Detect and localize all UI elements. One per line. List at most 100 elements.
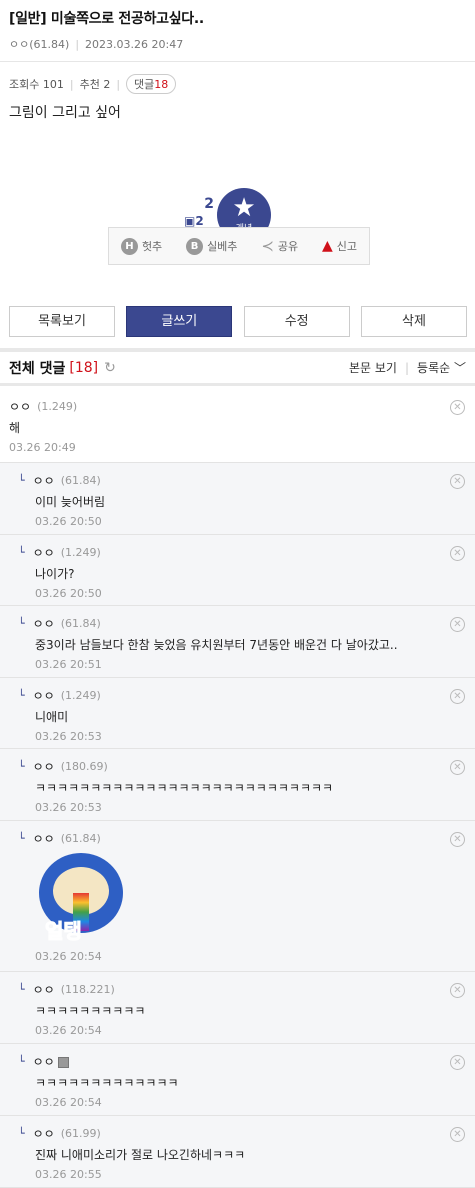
commenter-name[interactable]: ㅇㅇ — [33, 1054, 55, 1070]
comment-head: └ ㅇㅇ (118.221) — [18, 982, 466, 998]
delete-comment-icon[interactable]: ✕ — [450, 474, 465, 489]
post-date: 2023.03.26 20:47 — [85, 37, 184, 51]
delete-comment-icon[interactable]: ✕ — [450, 983, 465, 998]
comment-item: ㅇㅇ (1.249) 해 03.26 20:49 ✕ — [0, 389, 475, 463]
comment-pill-label: 댓글 — [134, 78, 155, 91]
comment-head: └ ㅇㅇ (1.249) — [18, 545, 466, 561]
edit-button[interactable]: 수정 — [243, 306, 350, 337]
delete-comment-icon[interactable]: ✕ — [450, 760, 465, 775]
views-count: 조회수 101 — [9, 78, 64, 91]
view-body-link[interactable]: 본문 보기 — [349, 359, 397, 376]
fixed-recommend-number: 2 — [195, 214, 204, 228]
comment-date: 03.26 20:50 — [35, 587, 102, 600]
write-button[interactable]: 글쓰기 — [126, 306, 233, 337]
silbechu-button[interactable]: B 실베추 — [186, 237, 238, 255]
reply-item: └ ㅇㅇ (61.84) 중3이라 남들보다 한참 늦었음 유치원부터 7년동안 배… — [0, 606, 475, 678]
delete-comment-icon[interactable]: ✕ — [450, 546, 465, 561]
reco-count: 추천 2 — [79, 78, 111, 91]
reply-item: └ ㅇㅇ (1.249) 니애미 03.26 20:53 ✕ — [0, 678, 475, 749]
meta-separator: | — [75, 37, 80, 51]
reply-marker-icon: └ — [18, 474, 25, 487]
commenter-name[interactable]: ㅇㅇ — [33, 1126, 55, 1142]
comment-text: 나이가? — [35, 567, 75, 581]
commenter-name[interactable]: ㅇㅇ — [9, 399, 31, 415]
comment-date: 03.26 20:50 — [35, 515, 102, 528]
commenter-ip: (1.249) — [60, 689, 101, 702]
reply-marker-icon: └ — [18, 1127, 25, 1140]
delete-comment-icon[interactable]: ✕ — [450, 400, 465, 415]
reply-item: └ ㅇㅇ (1.249) 나이가? 03.26 20:50 ✕ — [0, 535, 475, 606]
delete-comment-icon[interactable]: ✕ — [450, 689, 465, 704]
commenter-ip: (1.249) — [37, 400, 78, 413]
post-button-row: 목록보기 글쓰기 수정 삭제 — [9, 306, 467, 337]
reply-item: └ ㅇㅇ (118.221) ㅋㅋㅋㅋㅋㅋㅋㅋㅋㅋ 03.26 20:54 ✕ — [0, 972, 475, 1044]
reply-item: └ ㅇㅇ (61.84) 이미 늦어버림 03.26 20:50 ✕ — [0, 463, 475, 535]
reply-item: └ ㅇㅇ (180.69) ㅋㅋㅋㅋㅋㅋㅋㅋㅋㅋㅋㅋㅋㅋㅋㅋㅋㅋㅋㅋㅋㅋㅋㅋㅋㅋㅋ … — [0, 749, 475, 821]
member-icon — [57, 1056, 69, 1068]
comment-text: 이미 늦어버림 — [35, 495, 106, 509]
commenter-name[interactable]: ㅇㅇ — [33, 982, 55, 998]
refresh-icon[interactable]: ↻ — [104, 360, 116, 376]
h-icon: H — [120, 237, 138, 255]
comment-head: └ ㅇㅇ — [18, 1054, 466, 1070]
delete-comment-icon[interactable]: ✕ — [450, 1055, 465, 1070]
reply-marker-icon: └ — [18, 617, 25, 630]
delete-button[interactable]: 삭제 — [360, 306, 467, 337]
comments-options: 본문 보기 | 등록순 ﹀ — [349, 359, 466, 376]
comment-count-pill[interactable]: 댓글18 — [126, 74, 177, 94]
comment-head: └ ㅇㅇ (180.69) — [18, 759, 466, 775]
comment-date: 03.26 20:53 — [35, 730, 102, 743]
reply-item: └ ㅇㅇ (61.99) 진짜 니애미소리가 절로 나오긴하네ㅋㅋㅋ 03.26 2… — [0, 1116, 475, 1188]
comment-text: ㅋㅋㅋㅋㅋㅋㅋㅋㅋㅋ — [35, 1004, 146, 1018]
comment-pill-count: 18 — [154, 78, 169, 91]
sort-select[interactable]: 등록순 ﹀ — [417, 359, 466, 376]
report-button[interactable]: ▲ 신고 — [322, 238, 357, 254]
commenter-ip: (180.69) — [60, 760, 108, 773]
fix-icon: ▣ — [184, 214, 196, 228]
commenter-ip: (118.221) — [60, 983, 115, 996]
commenter-name[interactable]: ㅇㅇ — [33, 545, 55, 561]
commenter-name[interactable]: ㅇㅇ — [33, 616, 55, 632]
options-separator: | — [404, 360, 410, 375]
commenter-name[interactable]: ㅇㅇ — [33, 473, 55, 489]
post-author[interactable]: ㅇㅇ(61.84) — [9, 36, 69, 52]
comments-count: [18] — [69, 359, 99, 376]
reply-marker-icon: └ — [18, 760, 25, 773]
comment-date: 03.26 20:53 — [35, 801, 102, 814]
comment-text: 중3이라 남들보다 한참 늦었음 유치원부터 7년동안 배운건 다 날아갔고.. — [35, 638, 398, 652]
comment-head: └ ㅇㅇ (1.249) — [18, 688, 466, 704]
heotchu-button[interactable]: H 헛추 — [120, 237, 162, 255]
delete-comment-icon[interactable]: ✕ — [450, 1127, 465, 1142]
recommend-count: 2 — [204, 196, 214, 212]
stats-separator: | — [116, 77, 121, 91]
silbechu-label: 실베추 — [207, 240, 238, 253]
reply-marker-icon: └ — [18, 689, 25, 702]
commenter-name[interactable]: ㅇㅇ — [33, 759, 55, 775]
comment-date: 03.26 20:49 — [9, 441, 76, 454]
dccon-sticker: 얼탱 — [35, 853, 127, 945]
commenter-ip: (61.99) — [60, 1127, 101, 1140]
b-icon: B — [186, 237, 204, 255]
comment-text: 진짜 니애미소리가 절로 나오긴하네ㅋㅋㅋ — [35, 1148, 246, 1162]
list-button[interactable]: 목록보기 — [9, 306, 115, 337]
share-icon: ≺ — [261, 237, 274, 255]
comment-head: └ ㅇㅇ (61.84) — [18, 473, 466, 489]
share-button[interactable]: ≺ 공유 — [261, 237, 298, 255]
sticker-text: 얼탱 — [45, 919, 83, 944]
reply-marker-icon: └ — [18, 983, 25, 996]
delete-comment-icon[interactable]: ✕ — [450, 617, 465, 632]
comment-date: 03.26 20:54 — [35, 1024, 102, 1037]
comment-date: 03.26 20:51 — [35, 658, 102, 671]
commenter-name[interactable]: ㅇㅇ — [33, 688, 55, 704]
comments-header: 전체 댓글 [18] ↻ 본문 보기 | 등록순 ﹀ — [0, 352, 475, 386]
delete-comment-icon[interactable]: ✕ — [450, 832, 465, 847]
commenter-ip: (61.84) — [60, 832, 101, 845]
commenter-name[interactable]: ㅇㅇ — [33, 831, 55, 847]
reply-marker-icon: └ — [18, 546, 25, 559]
reply-marker-icon: └ — [18, 832, 25, 845]
comment-list: ㅇㅇ (1.249) 해 03.26 20:49 ✕ └ ㅇㅇ (61.84) 이미 … — [0, 389, 475, 1188]
comment-date: 03.26 20:54 — [35, 1096, 102, 1109]
star-icon: ★ — [232, 193, 256, 223]
comment-date: 03.26 20:54 — [35, 950, 102, 963]
sort-label: 등록순 — [417, 361, 451, 375]
